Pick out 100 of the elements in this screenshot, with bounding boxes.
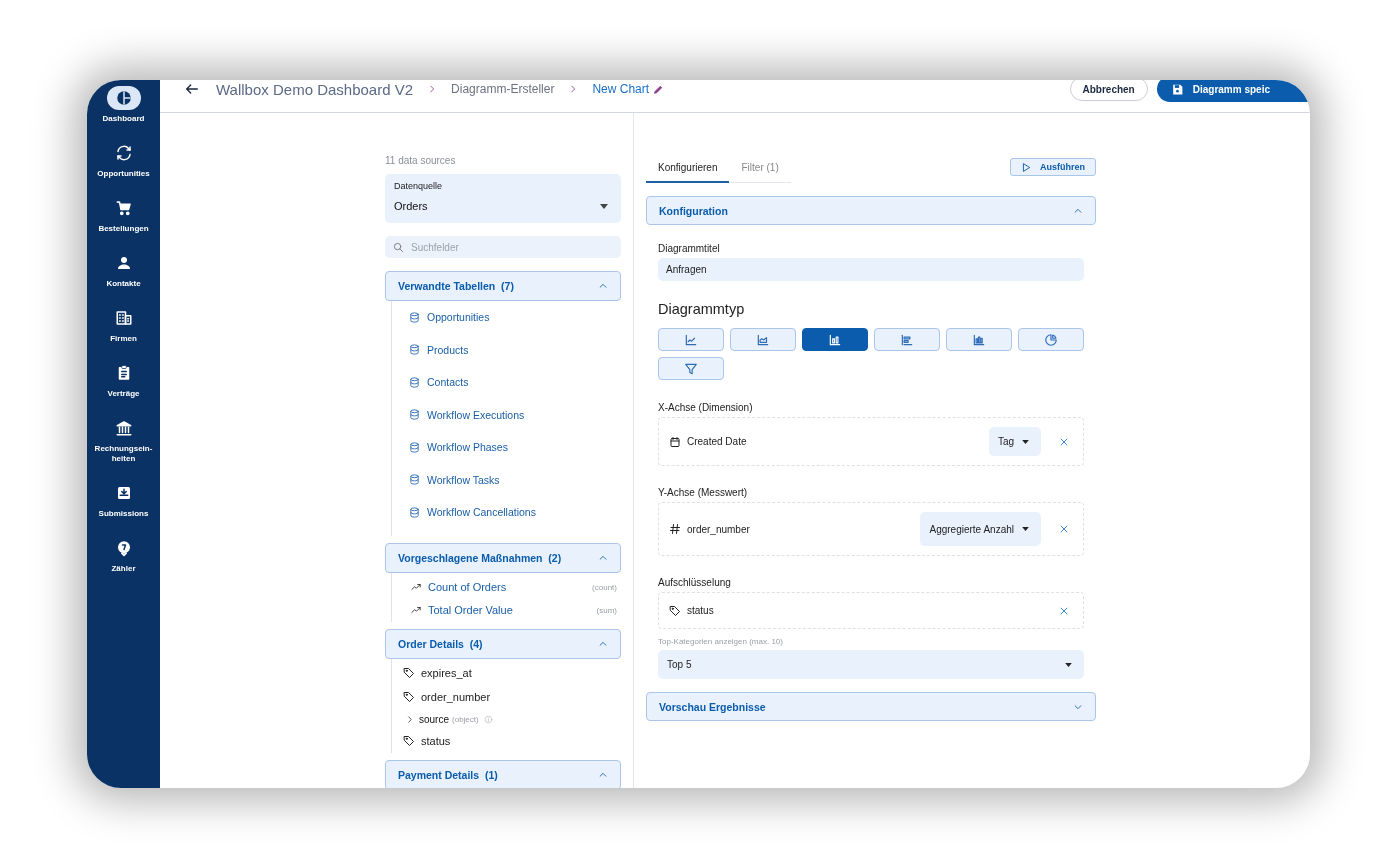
- section-header[interactable]: Order Details (4): [385, 628, 621, 659]
- field-item[interactable]: status: [392, 729, 621, 753]
- tab[interactable]: Filter (1): [729, 160, 791, 183]
- bank-icon: [114, 419, 133, 437]
- dropdown[interactable]: Tag: [988, 427, 1041, 456]
- grouped-bar-chart-icon: [972, 332, 986, 347]
- breadcrumb-link[interactable]: Diagramm-Ersteller: [451, 82, 555, 96]
- horizontal-bar-chart-icon: [900, 332, 914, 347]
- pie-chart-icon: [1044, 332, 1058, 347]
- accordion-header[interactable]: Konfiguration: [646, 196, 1096, 225]
- sidebar-item[interactable]: Verträge: [87, 361, 160, 416]
- database-icon: [409, 506, 420, 518]
- related-table-item[interactable]: Workflow Executions: [392, 398, 621, 431]
- tag-icon: [403, 690, 415, 703]
- tag-icon: [403, 667, 415, 680]
- line-chart-icon: [684, 332, 698, 347]
- cancel-button[interactable]: Abbrechen: [1069, 80, 1148, 101]
- info-icon: [483, 714, 493, 724]
- section-header[interactable]: Verwandte Tabellen (7): [385, 271, 621, 301]
- accordion-header[interactable]: Vorschau Ergebnisse: [646, 692, 1096, 721]
- chart-title-field[interactable]: Anfragen: [658, 258, 1084, 281]
- field-name: Created Date: [687, 436, 748, 447]
- chart-type-button[interactable]: [874, 328, 940, 351]
- dropdown-caret-icon: [600, 203, 608, 209]
- chart-type-button[interactable]: [802, 328, 868, 351]
- dropdown-caret-icon: [1065, 662, 1072, 667]
- play-icon: [1021, 161, 1032, 173]
- tab[interactable]: Konfigurieren: [646, 160, 730, 183]
- chart-type-button[interactable]: [1018, 328, 1084, 351]
- field-label: X-Achse (Dimension): [658, 402, 754, 413]
- breadcrumb-link[interactable]: New Chart: [592, 82, 650, 96]
- field-name: status: [687, 605, 715, 616]
- section-header[interactable]: Payment Details (1): [385, 760, 621, 788]
- database-icon: [409, 344, 420, 356]
- dropdown-caret-icon: [1022, 527, 1029, 531]
- sidebar-item[interactable]: Zähler: [87, 536, 160, 591]
- related-table-item[interactable]: Workflow Cancellations: [392, 496, 621, 529]
- refresh-icon: [114, 144, 133, 162]
- search-field[interactable]: Suchfelder: [385, 236, 621, 258]
- chevron-up-icon: [598, 281, 608, 291]
- measure-item[interactable]: Count of Orders: [410, 581, 507, 593]
- field-name: order_number: [687, 523, 751, 535]
- database-icon: [409, 409, 420, 421]
- sidebar-item[interactable]: Rechnungsein-heiten: [87, 416, 160, 481]
- dropdown[interactable]: Aggregierte Anzahl: [920, 512, 1041, 546]
- pie-chart-icon: [114, 89, 133, 107]
- field-label: Top-Kategorien anzeigen (max. 10): [658, 637, 784, 646]
- close-icon: [1059, 436, 1069, 447]
- tag-icon: [669, 604, 681, 617]
- related-table-item[interactable]: Contacts: [392, 366, 621, 399]
- database-icon: [409, 441, 420, 453]
- section-header[interactable]: Vorgeschlagene Maßnahmen (2): [385, 542, 621, 573]
- sidebar-item[interactable]: Bestellungen: [87, 196, 160, 251]
- related-table-item[interactable]: Workflow Phases: [392, 431, 621, 464]
- sidebar-item[interactable]: Firmen: [87, 306, 160, 361]
- remove-button[interactable]: [1059, 436, 1069, 447]
- aggregation-note: (sum): [596, 605, 618, 615]
- field-label: Y-Achse (Messwert): [658, 487, 749, 498]
- trend-up-icon: [410, 605, 422, 615]
- sidebar-item[interactable]: Kontakte: [87, 251, 160, 306]
- remove-button[interactable]: [1059, 605, 1069, 616]
- bar-chart-icon: [828, 332, 842, 347]
- field-item[interactable]: order_number: [392, 685, 621, 709]
- sidebar-item[interactable]: Submissions: [87, 481, 160, 536]
- data-source-count: 11 data sources: [385, 155, 457, 166]
- chart-type-button[interactable]: [658, 357, 724, 380]
- chart-type-button[interactable]: [946, 328, 1012, 351]
- back-button[interactable]: [184, 81, 200, 97]
- remove-button[interactable]: [1059, 524, 1069, 534]
- sidebar-item[interactable]: Dashboard: [87, 86, 160, 141]
- chevron-right-icon: [406, 714, 414, 724]
- cart-icon: [114, 199, 133, 217]
- close-icon: [1059, 524, 1069, 534]
- hash-icon: [669, 523, 681, 535]
- object-field-item[interactable]: source: [406, 713, 449, 725]
- close-icon: [1059, 605, 1069, 616]
- run-button[interactable]: Ausführen: [1010, 158, 1096, 176]
- pencil-icon: [653, 83, 665, 95]
- top-categories-dropdown[interactable]: Top 5: [658, 650, 1084, 679]
- save-button[interactable]: Diagramm speic: [1156, 80, 1310, 102]
- field-item[interactable]: expires_at: [392, 661, 621, 685]
- funnel-icon: [684, 361, 698, 376]
- measure-item[interactable]: Total Order Value: [410, 604, 513, 616]
- chart-type-button[interactable]: [730, 328, 796, 351]
- calendar-icon: [669, 435, 681, 448]
- trend-up-icon: [410, 582, 422, 592]
- sidebar-item[interactable]: Opportunities: [87, 141, 160, 196]
- back-arrow-icon: [184, 81, 200, 97]
- breadcrumb-link[interactable]: Wallbox Demo Dashboard V2: [216, 80, 414, 98]
- search-icon: [393, 242, 404, 253]
- tag-icon: [403, 735, 415, 748]
- aggregation-note: (count): [592, 582, 618, 592]
- database-icon: [409, 376, 420, 388]
- dropdown-caret-icon: [1022, 439, 1029, 444]
- related-table-item[interactable]: Opportunities: [392, 301, 621, 334]
- data-source-dropdown[interactable]: Datenquelle Orders: [385, 174, 621, 223]
- related-table-item[interactable]: Products: [392, 333, 621, 366]
- related-table-item[interactable]: Workflow Tasks: [392, 463, 621, 496]
- chevron-up-icon: [598, 770, 608, 780]
- type-note: (object): [452, 714, 479, 724]
